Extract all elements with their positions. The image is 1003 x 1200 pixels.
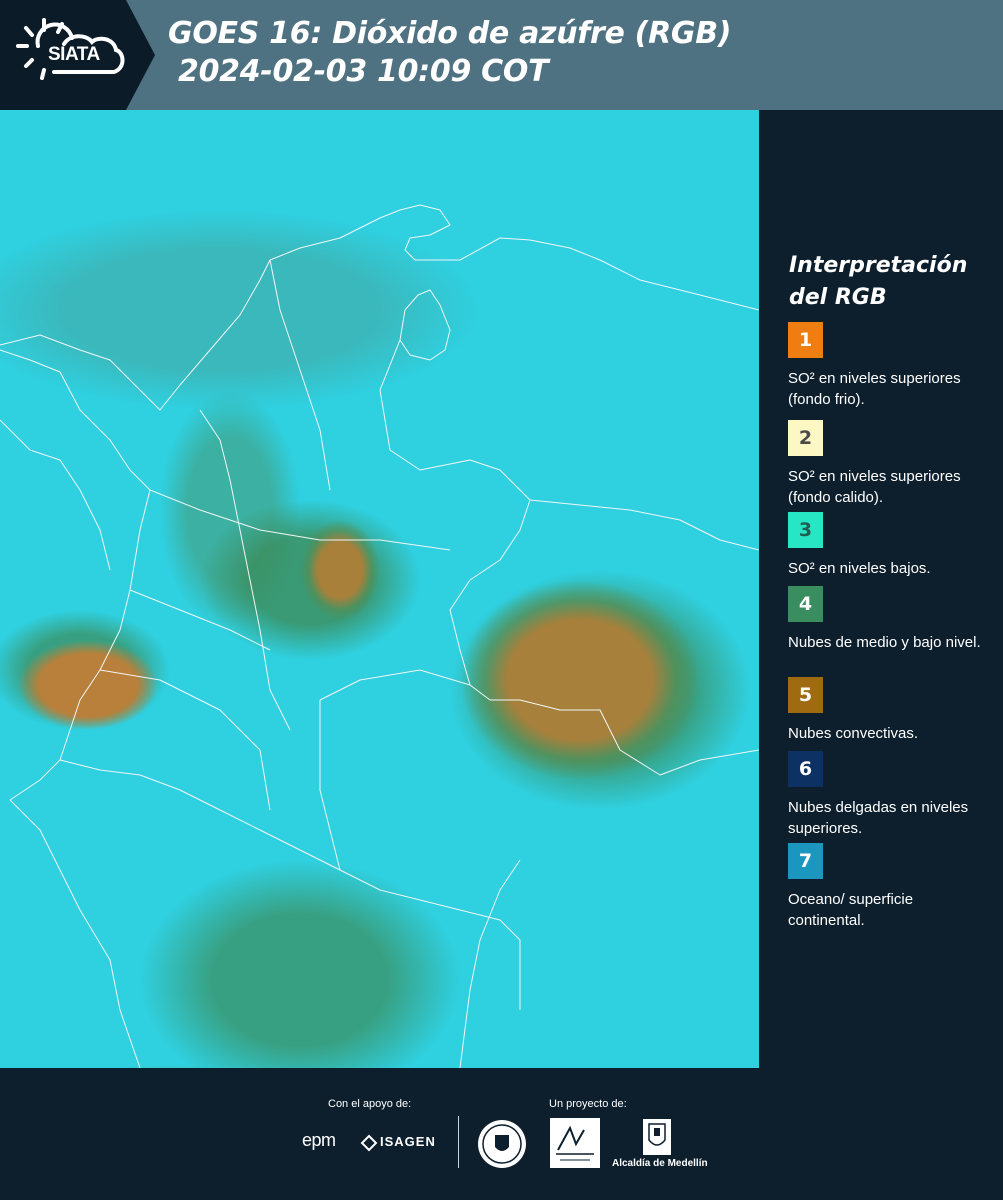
interior-line-7	[99, 669, 271, 811]
interior-line-3	[269, 259, 331, 491]
footer-divider	[458, 1116, 459, 1168]
panama-coast	[0, 419, 111, 571]
isagen-icon	[360, 1134, 378, 1152]
legend-swatch-3: 3	[788, 512, 823, 548]
interior-line-2	[199, 409, 291, 731]
legend-item-6: 6 Nubes delgadas en niveles superiores.	[788, 751, 988, 839]
legend-swatch-6: 6	[788, 751, 823, 787]
interior-line-1	[149, 489, 451, 551]
medellin-seal-icon	[478, 1120, 526, 1168]
project-label: Un proyecto de:	[549, 1098, 627, 1110]
country-borders	[0, 204, 759, 1068]
interior-line-4	[319, 669, 471, 701]
caribbean-coast	[0, 204, 759, 411]
legend-item-3: 3 SO² en niveles bajos.	[788, 512, 988, 579]
legend-title-line1: Interpretación	[789, 253, 968, 278]
legend-item-1: 1 SO² en niveles superiores (fondo frio)…	[788, 322, 988, 410]
interior-line-6	[129, 589, 271, 651]
alcaldia-shield-icon	[643, 1119, 671, 1155]
interior-line-5	[319, 700, 341, 871]
page-title: GOES 16: Dióxido de azúfre (RGB)	[168, 16, 732, 51]
legend-item-4: 4 Nubes de medio y bajo nivel.	[788, 586, 988, 653]
legend-description-5: Nubes convectivas.	[788, 725, 919, 742]
pacific-coast	[0, 349, 151, 801]
colombia-brazil-border	[490, 699, 759, 776]
alcaldia-label: Alcaldía de Medellín	[612, 1158, 708, 1169]
legend-swatch-2: 2	[788, 420, 823, 456]
legend-swatch-7: 7	[788, 843, 823, 879]
ecuador-peru	[9, 799, 141, 1068]
legend-title: Interpretación del RGB	[789, 250, 967, 314]
venezuela-east	[529, 499, 759, 551]
legend-description-7: Oceano/ superficie continental.	[788, 891, 914, 929]
legend-swatch-1: 1	[788, 322, 823, 358]
legend-item-7: 7 Oceano/ superficie continental.	[788, 843, 988, 931]
legend-item-5: 5 Nubes convectivas.	[788, 677, 988, 744]
colombia-venezuela-border	[379, 339, 531, 701]
satellite-map	[0, 110, 759, 1068]
peru-brazil-border	[459, 859, 521, 1068]
area-metropolitana-icon	[550, 1118, 600, 1168]
colombia-south-border	[59, 759, 521, 1010]
isagen-logo: ISAGEN	[380, 1134, 436, 1149]
legend-description-4: Nubes de medio y bajo nivel.	[788, 634, 981, 651]
timestamp: 2024-02-03 10:09 COT	[178, 54, 549, 89]
legend-description-2: SO² en niveles superiores (fondo calido)…	[788, 468, 961, 506]
legend-item-2: 2 SO² en niveles superiores (fondo calid…	[788, 420, 988, 508]
header-bar: SIATA GOES 16: Dióxido de azúfre (RGB) 2…	[0, 0, 1003, 110]
lake-maracaibo	[399, 289, 451, 361]
epm-logo: epm	[302, 1130, 336, 1150]
legend-description-3: SO² en niveles bajos.	[788, 560, 931, 577]
legend-swatch-4: 4	[788, 586, 823, 622]
legend-description-6: Nubes delgadas en niveles superiores.	[788, 799, 969, 837]
legend-swatch-5: 5	[788, 677, 823, 713]
legend-title-line2: del RGB	[789, 285, 887, 310]
siata-logo-text: SIATA	[48, 44, 100, 65]
support-label: Con el apoyo de:	[328, 1098, 412, 1110]
legend-description-1: SO² en niveles superiores (fondo frio).	[788, 370, 961, 408]
siata-logo: SIATA	[0, 0, 155, 110]
